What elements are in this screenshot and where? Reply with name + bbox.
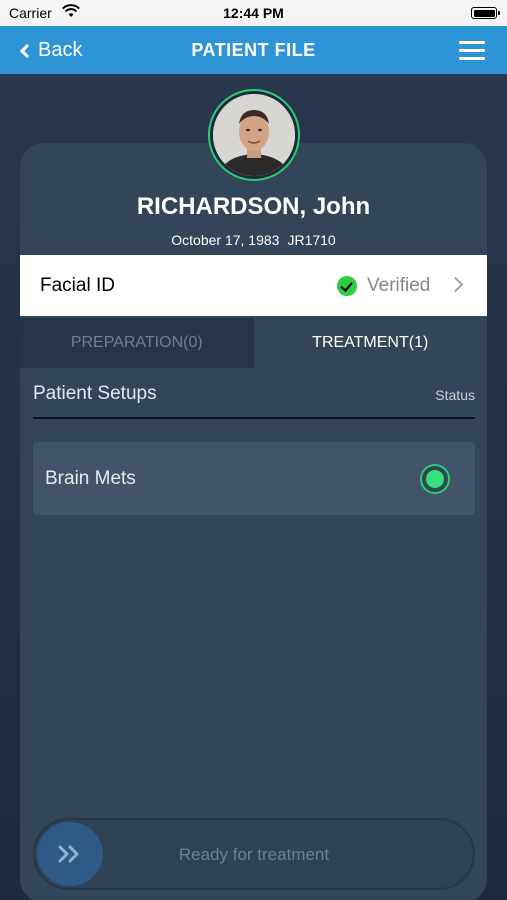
hamburger-menu-icon[interactable]	[459, 41, 485, 61]
back-button[interactable]: Back	[19, 39, 83, 62]
facial-id-status: Verified	[367, 275, 431, 296]
patient-name: RICHARDSON, John	[136, 193, 371, 220]
tab-preparation[interactable]: PREPARATION(0)	[20, 318, 254, 368]
status-column-header: Status	[435, 387, 475, 403]
list-item[interactable]: Brain Mets	[33, 442, 475, 515]
avatar	[208, 89, 300, 181]
status-bar: Carrier 12:44 PM	[0, 0, 507, 26]
patient-id: JR1710	[287, 232, 336, 248]
facial-id-row[interactable]: Facial ID Verified	[20, 255, 487, 316]
tab-treatment[interactable]: TREATMENT(1)	[253, 318, 487, 368]
facial-id-label: Facial ID	[40, 275, 115, 296]
chevron-right-icon	[447, 276, 464, 293]
setup-name: Brain Mets	[45, 468, 136, 489]
patient-dob: October 17, 1983	[171, 232, 280, 248]
check-circle-icon	[337, 276, 357, 296]
clock: 12:44 PM	[223, 5, 284, 21]
ready-for-treatment-slider[interactable]: Ready for treatment	[33, 818, 475, 890]
section-title: Patient Setups	[33, 383, 157, 404]
back-label: Back	[38, 39, 83, 61]
slider-label: Ready for treatment	[178, 845, 330, 864]
patient-meta: October 17, 1983 JR1710	[20, 232, 487, 248]
chevron-left-icon	[19, 43, 35, 59]
patient-photo	[213, 94, 295, 176]
nav-bar: Back PATIENT FILE	[0, 26, 507, 74]
tab-bar: PREPARATION(0) TREATMENT(1)	[20, 318, 487, 368]
status-indicator-icon	[420, 464, 450, 494]
battery-icon	[471, 7, 500, 19]
divider	[33, 417, 475, 419]
